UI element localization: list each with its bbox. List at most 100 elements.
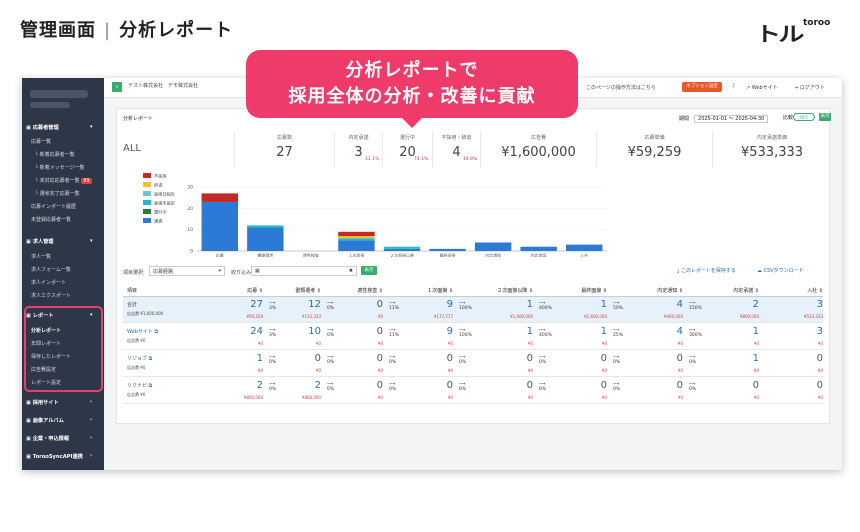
conversion-rate: ⟶ 0% [539, 355, 547, 365]
kpi-value: ¥59,259 [627, 145, 682, 160]
sidebar-item[interactable]: 求人エクスポート [31, 292, 71, 299]
sidebar-item[interactable]: 応募インポート履歴 [31, 203, 76, 210]
value-cell: 0 [816, 353, 823, 364]
cost-cell: ¥0 [817, 341, 823, 346]
table-row: Webサイト ⧉ 広告費 ¥0 24 ¥0 10 ¥0 ⟶ 3% 0 ¥0 ⟶ 0% 9 ¥0 ⟶ 11% 1 ¥… [123, 324, 823, 350]
value-cell: 2 [752, 299, 759, 310]
sidebar-section-recruit-site[interactable]: ▣ 採用サイト › [26, 399, 92, 406]
sidebar-item[interactable]: └ 新着メッセージ一覧 [35, 164, 85, 171]
bell-icon[interactable]: ♪ [732, 83, 735, 89]
conversion-rate: ⟶ 0% [689, 355, 697, 365]
value-cell: 12 [308, 299, 321, 310]
conversion-rate: ⟶ 11% [389, 328, 400, 338]
column-header[interactable]: 項目 [127, 287, 137, 294]
sidebar-section-report[interactable]: ▣ レポート ▾ [26, 312, 93, 319]
sidebar-item[interactable]: └ 選考完了応募一覧 [35, 190, 80, 197]
cost-cell: ¥800,000 [301, 395, 321, 400]
column-header[interactable]: 内定通知 ⇕ [657, 287, 683, 294]
value-cell: 0 [376, 380, 383, 391]
bar-segment [520, 246, 557, 251]
feature-callout: 分析レポートで 採用全体の分析・改善に貢献 [246, 50, 578, 128]
sidebar-section-jobs[interactable]: ▣ 求人管理 ▾ [26, 238, 93, 245]
csv-download-link[interactable]: ☁ CSVダウンロード [757, 267, 804, 274]
row-name[interactable]: Webサイト ⧉ [127, 328, 158, 335]
conversion-rate: ⟶ 0% [269, 355, 277, 365]
x-tick-label: 応募 [216, 252, 224, 257]
row-name[interactable]: リクナビ ⧉ [127, 382, 152, 389]
sidebar-item[interactable]: └ 新着応募者一覧 [35, 151, 75, 158]
bar-segment [383, 248, 421, 251]
sidebar-item[interactable]: 広告費設定 [31, 366, 56, 373]
compare-toggle[interactable]: OFF [793, 113, 815, 121]
item-select[interactable]: 応募経路 ▾ [149, 266, 225, 276]
kpi-4: 不採用・辞退 4 14.8% [433, 131, 481, 167]
kpi-value: ¥533,333 [740, 145, 804, 160]
sidebar-section-album[interactable]: ▣ 画像アルバム › [26, 417, 92, 424]
column-header[interactable]: 応募 ⇕ [247, 287, 263, 294]
conversion-rate: ⟶ 0% [327, 382, 335, 392]
bar-segment [247, 227, 284, 251]
column-header[interactable]: ２次面接以降 ⇕ [497, 287, 533, 294]
cost-cell: ¥0 [677, 341, 683, 346]
value-cell: 1 [256, 353, 263, 364]
website-link[interactable]: ↗ Webサイト [746, 84, 778, 91]
sidebar-item[interactable]: 求人フォーム一覧 [31, 266, 71, 273]
cost-cell: ¥133,333 [301, 314, 321, 319]
conversion-rate: ⟶ 0% [539, 382, 547, 392]
account-name-blurred [30, 90, 88, 98]
column-header[interactable]: 適性検査 ⇕ [357, 287, 383, 294]
sidebar-item[interactable]: 年間レポート [31, 340, 61, 347]
cost-cell: ¥0 [601, 395, 607, 400]
sidebar-item[interactable]: レポート設定 [31, 379, 61, 386]
legend-swatch [143, 200, 151, 205]
filter-show-button[interactable]: 表示 [361, 266, 377, 275]
column-header[interactable]: 入社 ⇕ [807, 287, 823, 294]
sidebar-section-company[interactable]: ▣ 企業・申込情報 › [26, 435, 92, 442]
sidebar-item[interactable]: 応募一覧 [31, 138, 51, 145]
item-select-label: 項目選択: [123, 270, 145, 276]
row-name[interactable]: リジョブ ⧉ [127, 355, 152, 362]
kpi-value: 27 [276, 145, 293, 160]
column-header[interactable]: １次面接 ⇕ [427, 287, 453, 294]
value-cell: 1 [526, 299, 533, 310]
filter-input[interactable]: ▦ ✖ [251, 266, 357, 276]
sidebar-item-analysis-report[interactable]: 分析レポート [31, 327, 61, 334]
logout-link[interactable]: ⇥ ログアウト [794, 84, 825, 91]
conversion-rate: ⟶ 0% [613, 382, 621, 392]
main-area: ‹ テスト株式会社 デモ株式会社 このページの操作方法はこちら オプション設定 … [104, 78, 842, 470]
sidebar-item[interactable]: 保存したレポート [31, 353, 71, 360]
conversion-rate: ⟶ 0% [327, 355, 335, 365]
app-screenshot: ▣ 応募者管理 ▾ 応募一覧 └ 新着応募者一覧 └ 新着メッセージ一覧 └ 未対… [22, 78, 842, 470]
period-show-button[interactable]: 表示 [819, 113, 831, 121]
value-cell: 3 [816, 299, 823, 310]
sidebar-item[interactable]: 未登録応募者一覧 [31, 216, 71, 223]
help-link[interactable]: このページの操作方法はこちら [586, 84, 656, 91]
sidebar-section-applicants[interactable]: ▣ 応募者管理 ▾ [26, 124, 93, 131]
cost-cell: ¥0 [817, 368, 823, 373]
row-name: 合計 [127, 302, 138, 308]
back-button[interactable]: ‹ [112, 82, 122, 92]
sidebar-item[interactable]: └ 未対応応募者一覧 99 [35, 177, 92, 184]
table-row: リジョブ ⧉ 広告費 ¥0 1 ¥0 0 ¥0 ⟶ 0% 0 ¥0 ⟶ 0% 0 ¥0 ⟶ 0% 0 ¥0 ⟶ 0% 0… [123, 351, 823, 377]
bar-segment [338, 238, 375, 241]
period-input[interactable]: 2025-01-01 ～ 2025-04-30 [694, 115, 769, 123]
value-cell: 0 [600, 353, 607, 364]
value-cell: 9 [446, 299, 453, 310]
brand-logo: トル toroo [755, 18, 831, 46]
column-header[interactable]: 最終面接 ⇕ [581, 287, 607, 294]
save-report-link[interactable]: ⤓ このレポートを保存する [677, 267, 736, 274]
column-header[interactable]: 書類選考 ⇕ [295, 287, 321, 294]
cost-cell: ¥0 [677, 395, 683, 400]
conversion-rate: ⟶ 100% [459, 328, 472, 338]
value-cell: 9 [446, 326, 453, 337]
sidebar-item[interactable]: 求人一覧 [31, 253, 51, 260]
value-cell: 0 [676, 380, 683, 391]
cost-cell: ¥0 [257, 368, 263, 373]
sidebar-section-api[interactable]: ▣ TorooSyncAPI連携 › [26, 453, 92, 460]
cost-cell: ¥0 [527, 341, 533, 346]
kpi-label: 内定承諾単価 [756, 135, 787, 141]
sidebar-item[interactable]: 求人インポート [31, 279, 66, 286]
option-button[interactable]: オプション設定 [682, 82, 722, 92]
value-cell: 0 [446, 380, 453, 391]
column-header[interactable]: 内定承諾 ⇕ [733, 287, 759, 294]
